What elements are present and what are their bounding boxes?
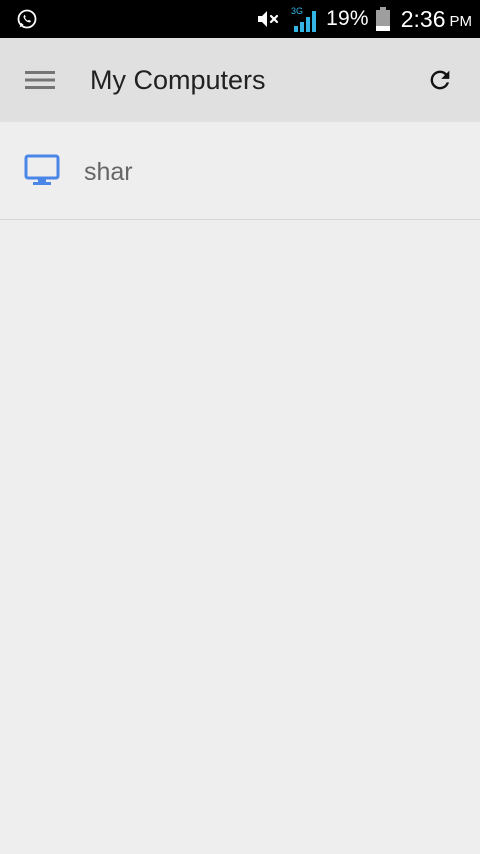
monitor-icon: [24, 154, 60, 188]
refresh-icon[interactable]: [420, 60, 460, 100]
computer-name: shar: [84, 158, 133, 186]
clock-ampm: PM: [449, 12, 473, 30]
network-type-label: 3G: [291, 6, 303, 16]
battery-percent: 19%: [326, 7, 369, 30]
app-toolbar: My Computers: [0, 38, 480, 122]
hamburger-menu-icon[interactable]: [20, 60, 60, 100]
computer-list: shar: [0, 122, 480, 220]
list-item[interactable]: shar: [0, 122, 480, 220]
clock-time: 2:36: [400, 5, 446, 32]
battery-icon: [375, 6, 391, 32]
page-title: My Computers: [90, 65, 266, 95]
whatsapp-icon: [16, 8, 38, 30]
status-bar: 3G 19% 2:36 PM: [0, 0, 480, 38]
status-right-group: 3G 19% 2:36 PM: [256, 0, 472, 38]
mute-icon: [256, 8, 282, 30]
signal-3g-icon: 3G: [290, 5, 320, 33]
